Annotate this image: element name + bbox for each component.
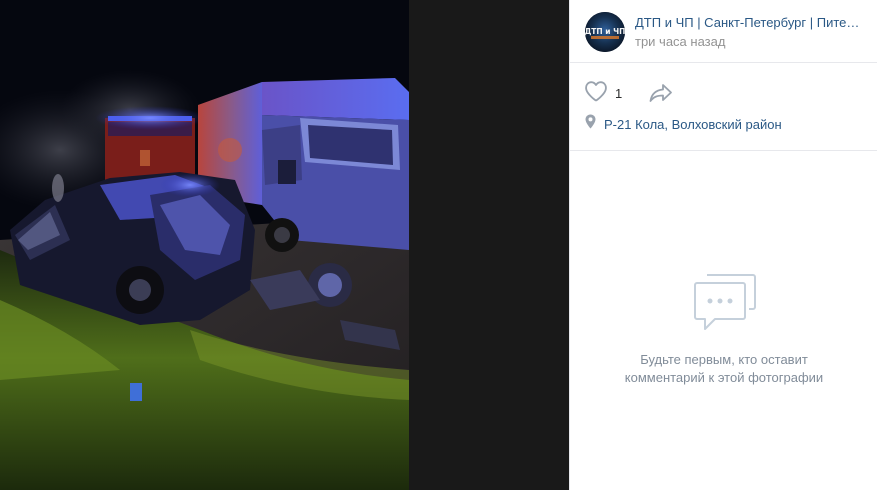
post-actions: 1 Р-21 Кола, Волховский район — [570, 63, 877, 151]
comments-empty-state: Будьте первым, кто оставит комментарий к… — [570, 151, 877, 490]
share-arrow-icon — [648, 84, 674, 109]
heart-outline-icon — [584, 80, 608, 107]
photo[interactable] — [0, 0, 409, 490]
location-pin-icon — [585, 114, 596, 134]
avatar-lettering: ДТП и ЧП — [585, 27, 625, 36]
post-header: ДТП и ЧП ДТП и ЧП | Санкт-Петербург | Пи… — [570, 0, 877, 63]
empty-message-line-2: комментарий к этой фотографии — [624, 370, 824, 385]
post-author-link[interactable]: ДТП и ЧП | Санкт-Петербург | Питер Онлай… — [635, 15, 865, 30]
like-button[interactable]: 1 — [584, 80, 623, 107]
avatar-image: ДТП и ЧП — [585, 12, 625, 52]
post-time[interactable]: три часа назад — [635, 34, 725, 49]
photo-sidebar: ДТП и ЧП ДТП и ЧП | Санкт-Петербург | Пи… — [569, 0, 877, 490]
chat-bubbles-icon — [693, 273, 757, 333]
comments-empty-message: Будьте первым, кто оставит комментарий к… — [594, 351, 854, 387]
avatar[interactable]: ДТП и ЧП — [585, 12, 625, 52]
location-text: Р-21 Кола, Волховский район — [604, 116, 782, 132]
photo-viewer — [0, 0, 569, 490]
empty-message-line-1: Будьте первым, кто оставит — [640, 352, 808, 367]
accident-photo — [0, 0, 409, 490]
like-count: 1 — [615, 85, 623, 101]
share-button[interactable] — [648, 81, 674, 105]
location-link[interactable]: Р-21 Кола, Волховский район — [585, 114, 782, 134]
